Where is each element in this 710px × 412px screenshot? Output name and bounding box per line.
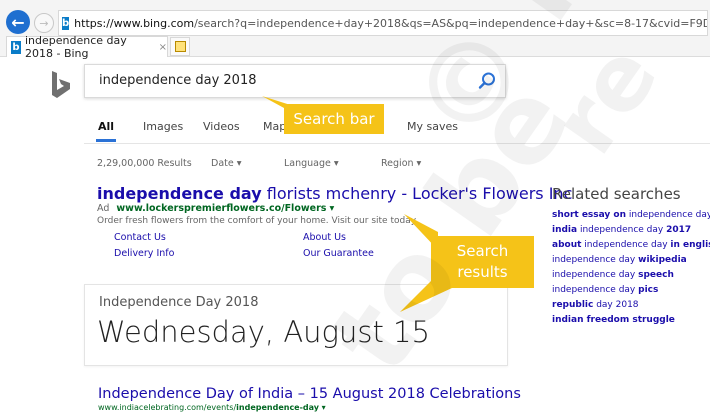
search-results-callout-line2: results <box>457 263 508 281</box>
bing-favicon-icon: b <box>62 16 70 30</box>
date-answer-card: Independence Day 2018 Wednesday, August … <box>84 284 508 366</box>
region-filter[interactable]: Region ▾ <box>381 158 421 169</box>
related-item-bold: india <box>552 225 578 235</box>
url-host: https://www.bing.com <box>74 16 195 30</box>
language-filter[interactable]: Language ▾ <box>284 158 339 169</box>
related-item-text: independence day <box>626 210 710 220</box>
ad-url[interactable]: www.lockerspremierflowers.co/Flowers <box>116 203 326 214</box>
related-item-tail: in english <box>670 240 710 250</box>
new-tab-button[interactable] <box>170 37 190 56</box>
back-button[interactable]: ← <box>6 10 30 34</box>
ad-url-line: Ad www.lockerspremierflowers.co/Flowers … <box>97 203 334 214</box>
related-item-text: day 2018 <box>593 300 639 310</box>
related-item[interactable]: independence day speech <box>552 270 674 280</box>
related-item-text: independence day <box>577 225 667 235</box>
tab-videos[interactable]: Videos <box>203 120 240 133</box>
related-item-bold: about <box>552 240 582 250</box>
search-bar-callout: Search bar <box>284 104 384 134</box>
tab-all[interactable]: All <box>98 120 114 133</box>
related-item-tail: speech <box>638 270 674 280</box>
date-card-date: Wednesday, August 15 <box>97 315 430 349</box>
related-item-text: independence day <box>581 240 671 250</box>
second-result-title[interactable]: Independence Day of India – 15 August 20… <box>98 386 521 402</box>
forward-button[interactable]: → <box>34 13 54 33</box>
url-path: /search?q=independence+day+2018&qs=AS&pq… <box>194 16 707 30</box>
sitelink-our-guarantee[interactable]: Our Guarantee <box>303 248 374 259</box>
tab-title: independence day 2018 - Bing <box>24 34 127 60</box>
ad-result-title[interactable]: independence day florists mchenry - Lock… <box>97 184 572 203</box>
related-item-bold: republic <box>552 300 594 310</box>
tab-images[interactable]: Images <box>143 120 183 133</box>
browser-tab[interactable]: b independence day 2018 - Bing × <box>6 34 168 60</box>
date-filter[interactable]: Date ▾ <box>211 158 242 169</box>
tab-maps[interactable]: Map <box>263 120 286 133</box>
search-icon[interactable] <box>477 71 497 91</box>
search-query-text: independence day 2018 <box>99 73 257 88</box>
search-bar-callout-text: Search bar <box>293 110 375 128</box>
related-item[interactable]: india independence day 2017 <box>552 225 691 235</box>
tab-favicon-icon: b <box>11 40 21 54</box>
related-item[interactable]: republic day 2018 <box>552 300 639 310</box>
nav-divider <box>84 143 710 144</box>
related-item[interactable]: independence day pics <box>552 285 658 295</box>
date-card-subtitle: Independence Day 2018 <box>99 295 259 310</box>
ad-title-bold: independence day <box>97 184 262 203</box>
related-item[interactable]: independence day wikipedia <box>552 255 687 265</box>
search-results-callout: Search results <box>431 236 534 288</box>
related-searches-heading: Related searches <box>552 185 681 203</box>
sitelink-contact-us[interactable]: Contact Us <box>114 232 166 243</box>
related-item[interactable]: indian freedom struggle <box>552 315 675 325</box>
related-item[interactable]: about independence day in english <box>552 240 710 250</box>
related-item-tail: 2017 <box>666 225 692 235</box>
second-url-dropdown[interactable]: ▾ <box>322 403 326 412</box>
ad-url-dropdown[interactable]: ▾ <box>329 203 334 214</box>
second-url-prefix: www.indiacelebrating.com/events/ <box>98 403 237 412</box>
sitelink-delivery-info[interactable]: Delivery Info <box>114 248 174 259</box>
search-results-callout-line1: Search <box>456 242 509 260</box>
ad-title-rest: florists mchenry - Locker's Flowers Inc <box>261 184 573 203</box>
related-item-bold: indian freedom struggle <box>552 315 675 325</box>
related-item-text: independence day <box>552 255 639 265</box>
sitelink-about-us[interactable]: About Us <box>303 232 346 243</box>
results-count: 2,29,00,000 Results <box>97 158 192 169</box>
related-item-text: independence day <box>552 285 639 295</box>
address-bar[interactable]: b https://www.bing.com /search?q=indepen… <box>58 10 708 36</box>
tab-close-button[interactable]: × <box>159 42 167 53</box>
tab-my-saves[interactable]: My saves <box>407 120 458 133</box>
second-result-url[interactable]: www.indiacelebrating.com/events/independ… <box>98 403 326 412</box>
new-tab-icon <box>174 41 186 52</box>
second-url-bold: independence-day <box>236 403 320 412</box>
related-item-bold: short essay on <box>552 210 627 220</box>
forward-arrow-icon: → <box>39 16 49 30</box>
related-item-text: independence day <box>552 270 639 280</box>
related-item[interactable]: short essay on independence day <box>552 210 710 220</box>
ad-description: Order fresh flowers from the comfort of … <box>97 216 417 226</box>
ad-badge: Ad <box>97 203 110 214</box>
search-input[interactable]: independence day 2018 <box>84 64 506 98</box>
back-arrow-icon: ← <box>11 12 25 32</box>
related-item-tail: wikipedia <box>638 255 687 265</box>
active-tab-indicator <box>96 139 116 142</box>
bing-logo-icon[interactable] <box>50 70 72 100</box>
related-item-tail: pics <box>638 285 659 295</box>
